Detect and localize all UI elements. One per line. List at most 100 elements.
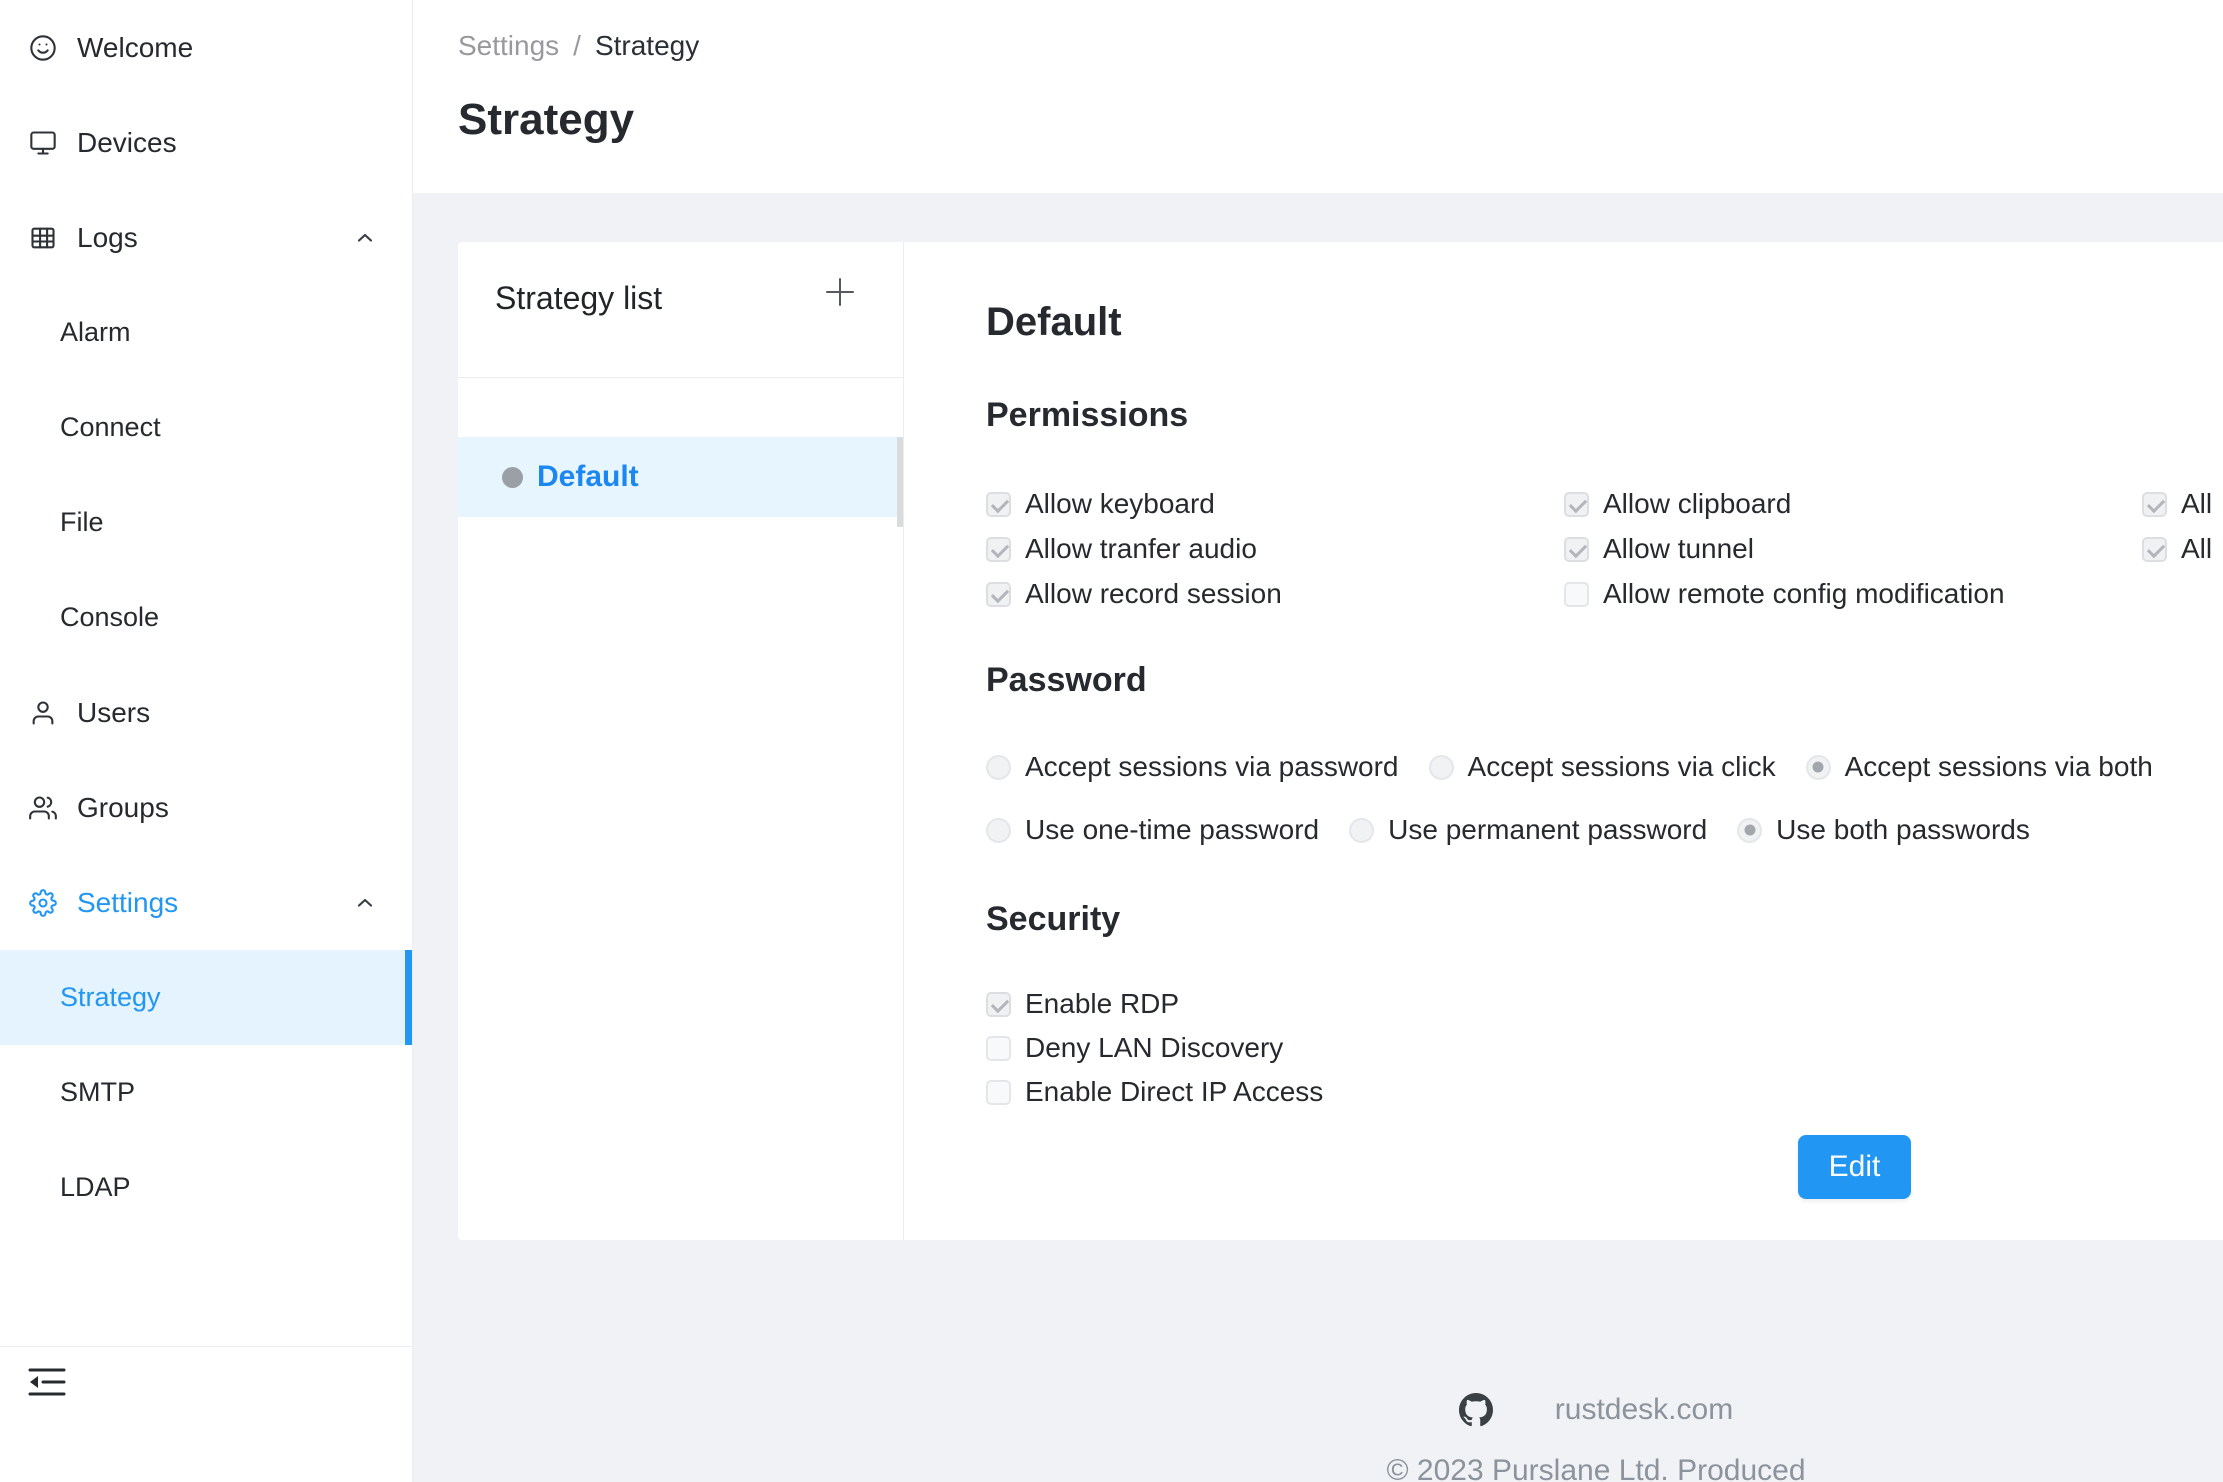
checkbox-label: Allow clipboard bbox=[1603, 488, 1791, 520]
add-strategy-button[interactable] bbox=[822, 274, 858, 310]
radio-label: Use both passwords bbox=[1776, 814, 2030, 846]
chevron-up-icon[interactable] bbox=[353, 226, 377, 250]
permissions-heading: Permissions bbox=[986, 396, 2223, 434]
checkbox-label: Deny LAN Discovery bbox=[1025, 1032, 1283, 1064]
sidebar-item-label: Logs bbox=[77, 222, 138, 254]
gear-icon bbox=[28, 888, 58, 918]
github-icon[interactable] bbox=[1459, 1393, 1493, 1427]
checkbox-label: Allow keyboard bbox=[1025, 488, 1215, 520]
radio-both-passwords[interactable]: Use both passwords bbox=[1737, 814, 2030, 846]
sidebar-item-settings[interactable]: Settings bbox=[0, 855, 412, 950]
checkbox-icon[interactable] bbox=[986, 1080, 1011, 1105]
permission-allow-keyboard[interactable]: Allow keyboard bbox=[986, 488, 1564, 520]
list-item[interactable]: Default bbox=[458, 437, 903, 517]
radio-permanent-password[interactable]: Use permanent password bbox=[1349, 814, 1707, 846]
sidebar-item-strategy[interactable]: Strategy bbox=[0, 950, 412, 1045]
strategy-list-panel: Strategy list Default bbox=[458, 242, 904, 1240]
security-enable-rdp[interactable]: Enable RDP bbox=[986, 988, 2223, 1020]
checkbox-icon[interactable] bbox=[986, 582, 1011, 607]
password-accept-group: Accept sessions via password Accept sess… bbox=[986, 750, 2223, 784]
permission-allow-transfer-audio[interactable]: Allow tranfer audio bbox=[986, 533, 1564, 565]
sidebar-item-label: Settings bbox=[77, 887, 178, 919]
sidebar-item-label: Connect bbox=[60, 412, 161, 443]
footer-link[interactable]: rustdesk.com bbox=[1555, 1393, 1733, 1427]
radio-icon[interactable] bbox=[1429, 755, 1454, 780]
checkbox-icon[interactable] bbox=[986, 1036, 1011, 1061]
page-title: Strategy bbox=[458, 96, 2223, 144]
security-list: Enable RDP Deny LAN Discovery Enable Dir… bbox=[986, 988, 2223, 1108]
permission-allow-record-session[interactable]: Allow record session bbox=[986, 578, 1564, 610]
permission-truncated-1[interactable]: All bbox=[2142, 488, 2223, 520]
radio-icon[interactable] bbox=[1349, 818, 1374, 843]
permission-truncated-2[interactable]: All bbox=[2142, 533, 2223, 565]
sidebar-item-ldap[interactable]: LDAP bbox=[0, 1140, 412, 1235]
page-footer: rustdesk.com © 2023 Purslane Ltd. Produc… bbox=[413, 1393, 2223, 1482]
radio-accept-via-click[interactable]: Accept sessions via click bbox=[1429, 751, 1776, 783]
sidebar-item-logs[interactable]: Logs bbox=[0, 190, 412, 285]
sidebar-item-label: SMTP bbox=[60, 1077, 135, 1108]
sidebar-item-devices[interactable]: Devices bbox=[0, 95, 412, 190]
checkbox-icon[interactable] bbox=[1564, 582, 1589, 607]
strategy-dot-icon bbox=[502, 467, 523, 488]
strategy-name: Default bbox=[537, 460, 639, 494]
sidebar-item-file[interactable]: File bbox=[0, 475, 412, 570]
checkbox-icon[interactable] bbox=[986, 992, 1011, 1017]
sidebar-item-label: Strategy bbox=[60, 982, 161, 1013]
checkbox-icon[interactable] bbox=[1564, 492, 1589, 517]
radio-accept-via-both[interactable]: Accept sessions via both bbox=[1806, 751, 2153, 783]
monitor-icon bbox=[28, 128, 58, 158]
sidebar-item-users[interactable]: Users bbox=[0, 665, 412, 760]
radio-icon[interactable] bbox=[986, 818, 1011, 843]
checkbox-icon[interactable] bbox=[986, 537, 1011, 562]
checkbox-label: Allow tranfer audio bbox=[1025, 533, 1257, 565]
radio-one-time-password[interactable]: Use one-time password bbox=[986, 814, 1319, 846]
checkbox-icon[interactable] bbox=[2142, 537, 2167, 562]
permission-allow-tunnel[interactable]: Allow tunnel bbox=[1564, 533, 2142, 565]
footer-copyright: © 2023 Purslane Ltd. Produced bbox=[1386, 1454, 1805, 1482]
radio-icon[interactable] bbox=[1737, 818, 1762, 843]
security-enable-direct-ip[interactable]: Enable Direct IP Access bbox=[986, 1076, 2223, 1108]
breadcrumb-current: Strategy bbox=[595, 28, 699, 64]
table-icon bbox=[28, 223, 58, 253]
chevron-up-icon[interactable] bbox=[353, 891, 377, 915]
checkbox-label: Enable RDP bbox=[1025, 988, 1179, 1020]
sidebar-item-alarm[interactable]: Alarm bbox=[0, 285, 412, 380]
breadcrumb-parent[interactable]: Settings bbox=[458, 28, 559, 64]
edit-button[interactable]: Edit bbox=[1798, 1135, 1911, 1199]
checkbox-icon[interactable] bbox=[1564, 537, 1589, 562]
sidebar-item-label: Groups bbox=[77, 792, 169, 824]
breadcrumb-separator: / bbox=[573, 28, 581, 64]
sidebar-item-welcome[interactable]: Welcome bbox=[0, 0, 412, 95]
password-heading: Password bbox=[986, 661, 2223, 699]
scrollbar-thumb[interactable] bbox=[897, 437, 903, 527]
permission-allow-remote-config[interactable]: Allow remote config modification bbox=[1564, 578, 2142, 610]
checkbox-icon[interactable] bbox=[2142, 492, 2167, 517]
collapse-sidebar-icon[interactable] bbox=[26, 1362, 66, 1402]
radio-icon[interactable] bbox=[986, 755, 1011, 780]
checkbox-icon[interactable] bbox=[986, 492, 1011, 517]
radio-label: Accept sessions via password bbox=[1025, 751, 1399, 783]
security-heading: Security bbox=[986, 900, 2223, 938]
security-deny-lan-discovery[interactable]: Deny LAN Discovery bbox=[986, 1032, 2223, 1064]
radio-accept-via-password[interactable]: Accept sessions via password bbox=[986, 751, 1399, 783]
sidebar-item-label: Welcome bbox=[77, 32, 193, 64]
permission-allow-clipboard[interactable]: Allow clipboard bbox=[1564, 488, 2142, 520]
strategy-card: Strategy list Default Default Permission… bbox=[458, 242, 2223, 1240]
sidebar-item-smtp[interactable]: SMTP bbox=[0, 1045, 412, 1140]
checkbox-label: Allow remote config modification bbox=[1603, 578, 2005, 610]
sidebar-divider bbox=[0, 1346, 411, 1347]
sidebar-item-console[interactable]: Console bbox=[0, 570, 412, 665]
strategy-detail-panel: Default Permissions Allow keyboard Allow… bbox=[904, 242, 2223, 1240]
checkbox-label: Allow tunnel bbox=[1603, 533, 1754, 565]
sidebar-item-label: Users bbox=[77, 697, 150, 729]
radio-label: Use one-time password bbox=[1025, 814, 1319, 846]
sidebar-item-connect[interactable]: Connect bbox=[0, 380, 412, 475]
radio-icon[interactable] bbox=[1806, 755, 1831, 780]
permissions-grid: Allow keyboard Allow clipboard All Allow… bbox=[986, 488, 2223, 610]
sidebar-item-label: Console bbox=[60, 602, 159, 633]
sidebar-item-label: Devices bbox=[77, 127, 177, 159]
sidebar-item-groups[interactable]: Groups bbox=[0, 760, 412, 855]
sidebar: Welcome Devices Logs Alarm Connect File … bbox=[0, 0, 413, 1482]
radio-label: Use permanent password bbox=[1388, 814, 1707, 846]
sidebar-item-label: File bbox=[60, 507, 104, 538]
